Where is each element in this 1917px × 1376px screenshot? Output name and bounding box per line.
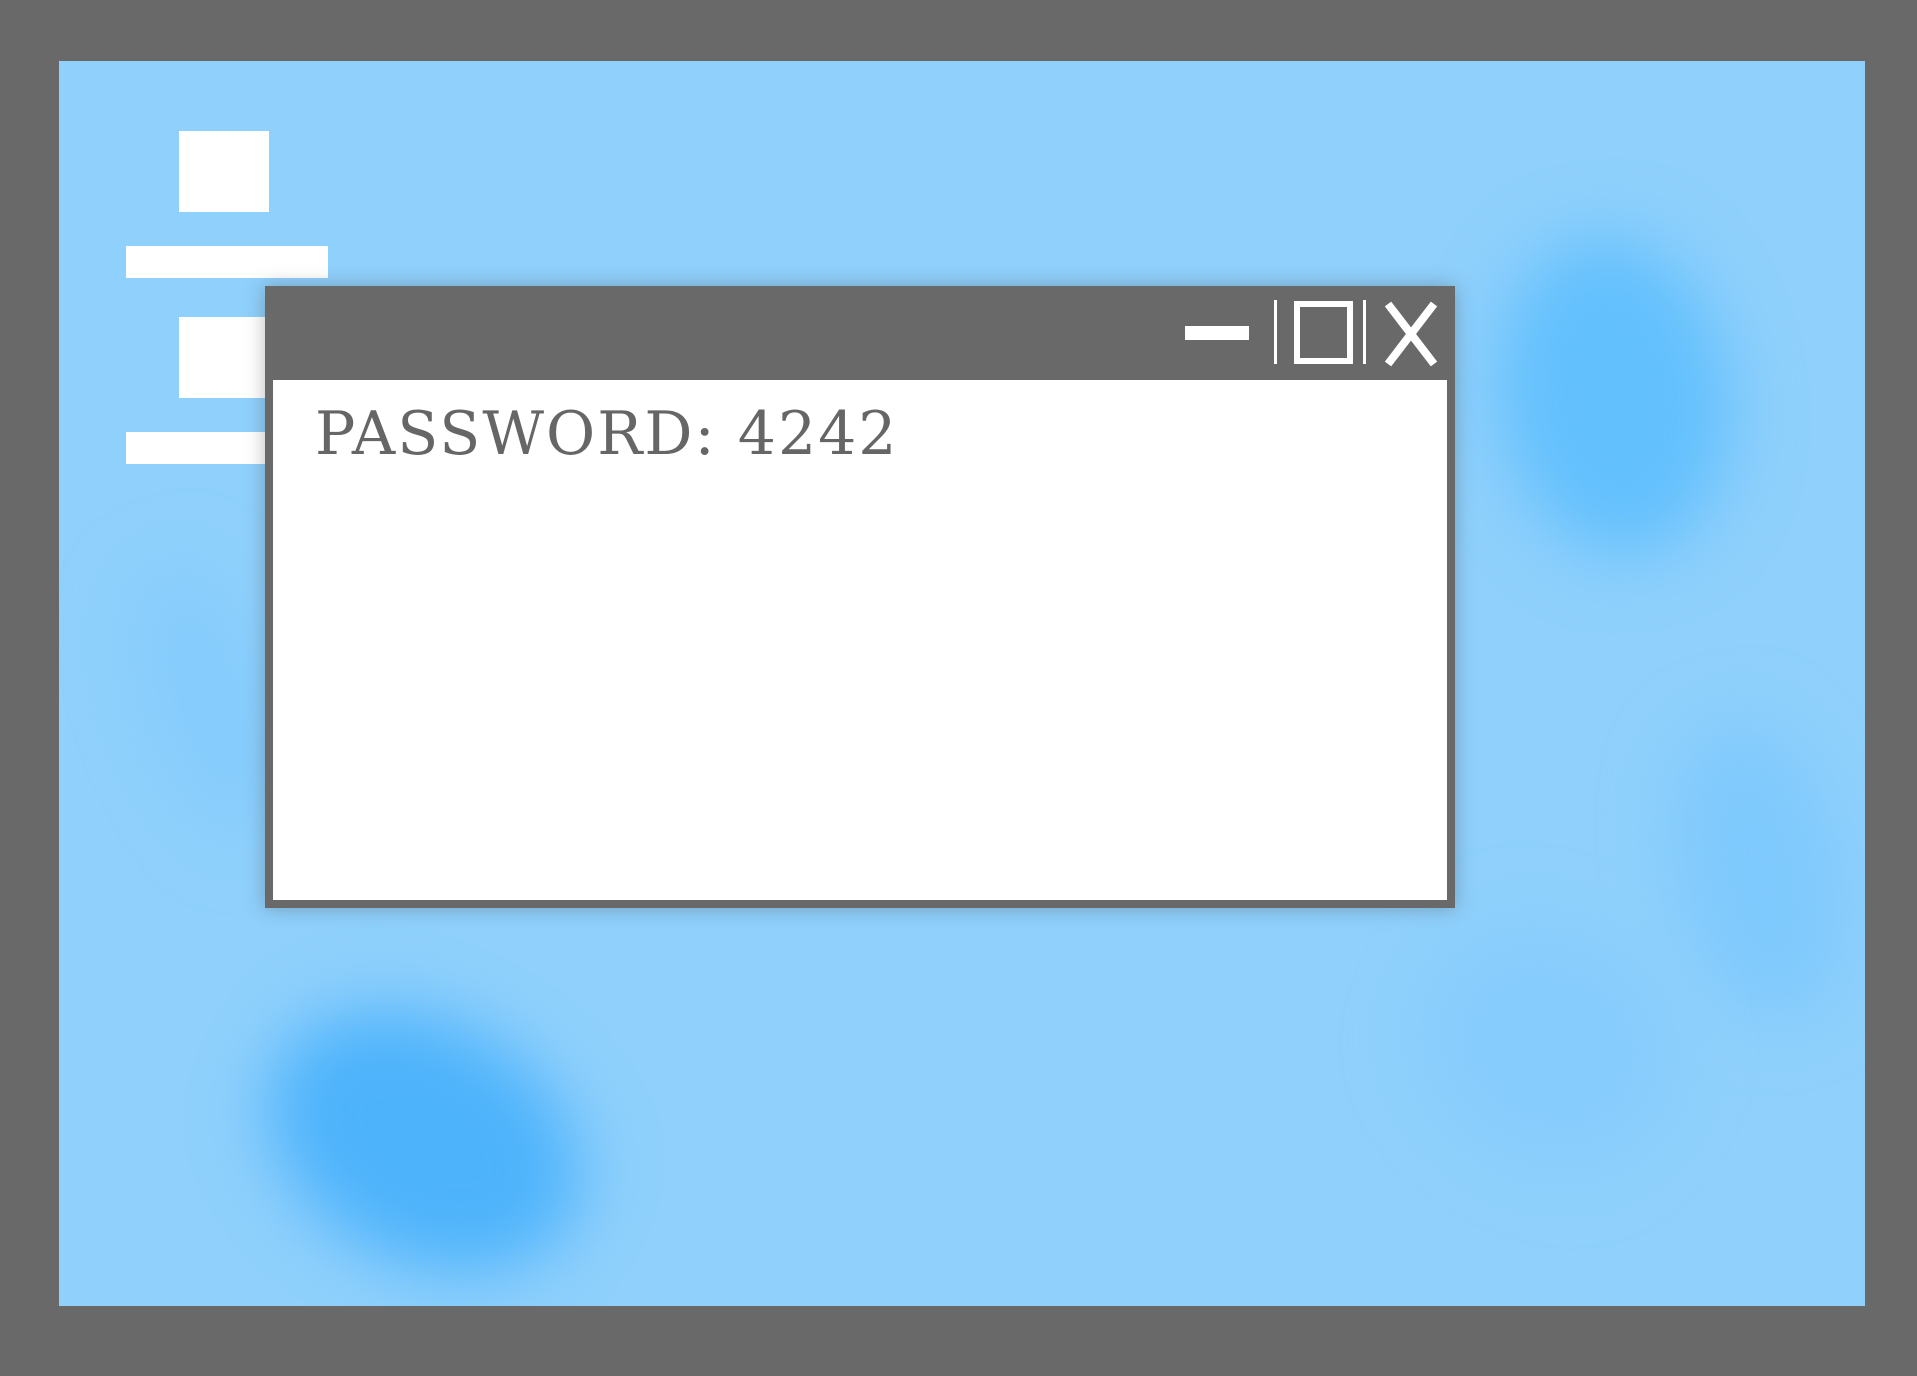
wallpaper-blob	[1649, 707, 1865, 1035]
maximize-button[interactable]	[1294, 301, 1353, 364]
close-icon	[1384, 301, 1438, 367]
shortcut-label-bar[interactable]	[126, 246, 328, 278]
monitor-bezel: PASSWORD: 4242	[0, 0, 1917, 1376]
wallpaper-blob	[1477, 221, 1751, 571]
window-content: PASSWORD: 4242	[273, 380, 1447, 900]
titlebar-divider	[1363, 300, 1366, 364]
wallpaper-blob	[221, 957, 627, 1306]
password-text: PASSWORD: 4242	[315, 399, 899, 469]
titlebar-divider	[1274, 300, 1277, 364]
window-titlebar[interactable]	[265, 286, 1455, 380]
blank-file-icon[interactable]	[179, 317, 269, 398]
close-button[interactable]	[1380, 296, 1440, 372]
minimize-button[interactable]	[1185, 326, 1249, 340]
minimize-icon	[1185, 326, 1249, 340]
dialog-window[interactable]: PASSWORD: 4242	[265, 286, 1455, 908]
wallpaper-blob	[1378, 881, 1720, 1211]
blank-file-icon[interactable]	[179, 131, 269, 212]
